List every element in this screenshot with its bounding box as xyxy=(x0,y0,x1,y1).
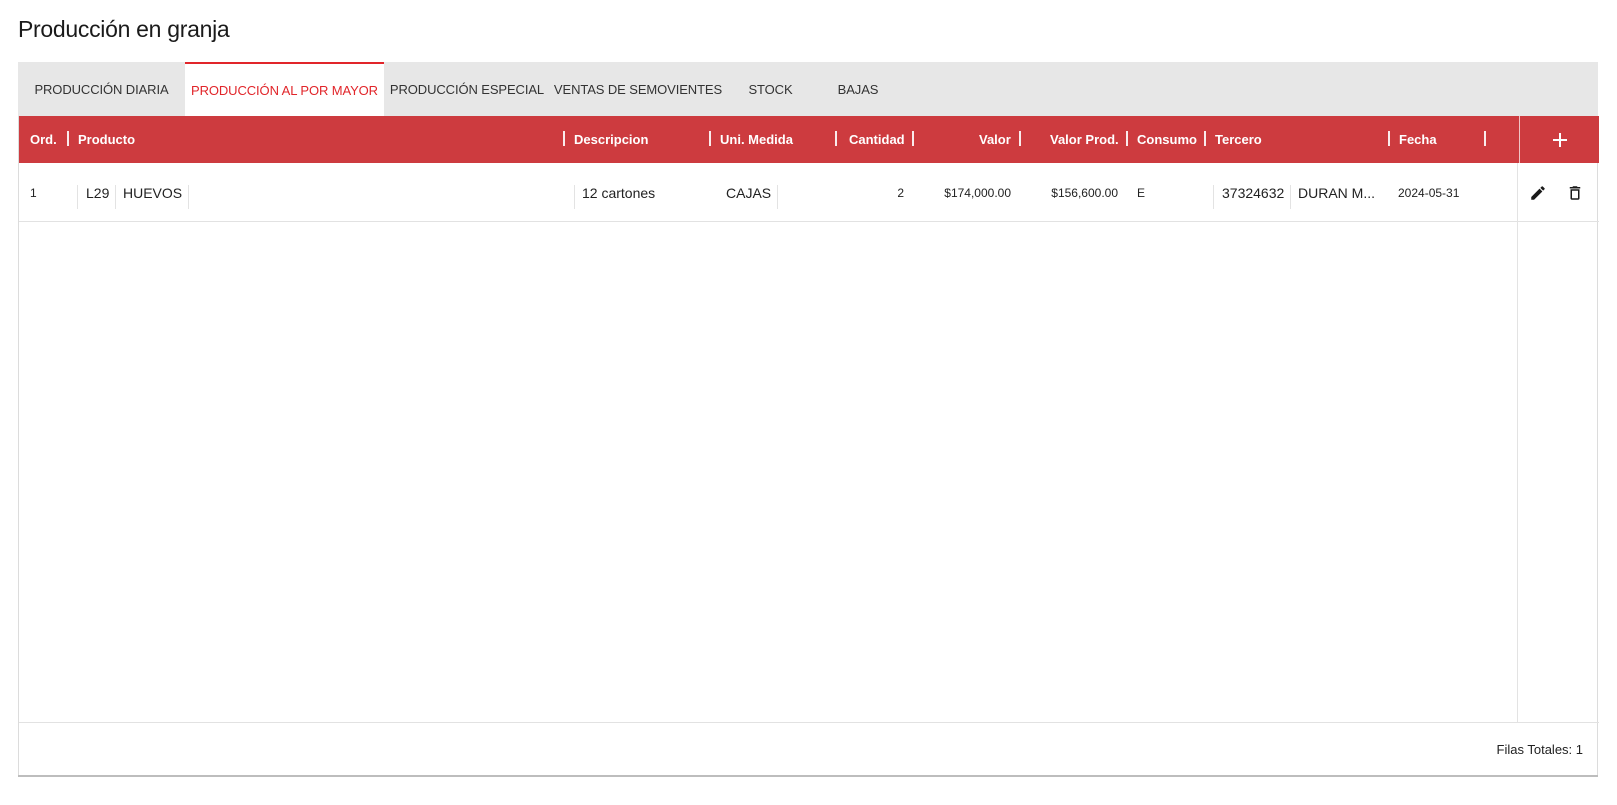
cell-fecha: 2024-05-31 xyxy=(1398,185,1460,200)
delete-button[interactable] xyxy=(1565,183,1585,203)
page-title: Producción en granja xyxy=(18,16,230,42)
pencil-icon xyxy=(1531,186,1545,200)
cell-divider xyxy=(77,185,78,209)
tab-ventas-de-semovientes[interactable]: VENTAS DE SEMOVIENTES xyxy=(550,62,726,116)
column-separator[interactable] xyxy=(1019,131,1021,146)
plus-icon xyxy=(1552,132,1567,147)
cell-cantidad: 2 xyxy=(897,185,904,200)
column-header-producto[interactable]: Producto xyxy=(78,116,135,163)
column-separator[interactable] xyxy=(1126,131,1128,146)
tab-bajas[interactable]: BAJAS xyxy=(815,62,901,116)
tab-bar: PRODUCCIÓN DIARIA PRODUCCIÓN AL POR MAYO… xyxy=(18,62,1598,116)
grid-header: Ord. Producto Descripcion Uni. Medida Ca… xyxy=(19,116,1599,163)
column-header-consumo[interactable]: Consumo xyxy=(1137,116,1197,163)
column-separator[interactable] xyxy=(67,131,69,146)
column-separator[interactable] xyxy=(835,131,837,146)
cell-uni-medida: CAJAS xyxy=(726,184,772,201)
cell-divider xyxy=(1213,185,1214,209)
column-separator[interactable] xyxy=(563,131,565,146)
cell-ord: 1 xyxy=(30,185,37,200)
cell-divider xyxy=(777,185,778,209)
cell-divider xyxy=(188,185,189,209)
column-separator[interactable] xyxy=(709,131,711,146)
tab-stock[interactable]: STOCK xyxy=(726,62,815,116)
row-actions-column xyxy=(1517,163,1597,723)
add-row-button[interactable] xyxy=(1519,116,1599,163)
cell-descripcion: 12 cartones xyxy=(582,184,656,201)
cell-tercero-name: DURAN M... xyxy=(1298,184,1375,201)
cell-tercero-id: 37324632 xyxy=(1222,184,1285,201)
trash-icon xyxy=(1569,186,1581,200)
tab-produccion-especial[interactable]: PRODUCCIÓN ESPECIAL xyxy=(384,62,550,116)
column-header-valor[interactable]: Valor xyxy=(979,116,1011,163)
tab-produccion-al-por-mayor[interactable]: PRODUCCIÓN AL POR MAYOR xyxy=(185,62,384,116)
cell-valor-prod: $156,600.00 xyxy=(1051,185,1118,200)
column-separator[interactable] xyxy=(1484,131,1486,146)
grid-bottom-shadow xyxy=(18,775,1598,777)
cell-consumo: E xyxy=(1137,185,1146,200)
column-header-uni-medida[interactable]: Uni. Medida xyxy=(720,116,793,163)
grid-footer: Filas Totales: 1 xyxy=(19,722,1599,775)
column-separator[interactable] xyxy=(1204,131,1206,146)
column-header-ord[interactable]: Ord. xyxy=(30,116,57,163)
column-header-descripcion[interactable]: Descripcion xyxy=(574,116,648,163)
cell-divider xyxy=(1290,185,1291,209)
cell-valor: $174,000.00 xyxy=(944,185,1011,200)
table-row[interactable]: 1 L29 HUEVOS 12 cartones CAJAS 2 $174,00… xyxy=(19,163,1599,222)
column-header-fecha[interactable]: Fecha xyxy=(1399,116,1437,163)
data-grid: Ord. Producto Descripcion Uni. Medida Ca… xyxy=(18,116,1599,776)
column-header-valor-prod[interactable]: Valor Prod. xyxy=(1050,116,1119,163)
column-separator[interactable] xyxy=(912,131,914,146)
column-separator[interactable] xyxy=(1388,131,1390,146)
cell-producto-name: HUEVOS xyxy=(123,184,183,201)
tab-produccion-diaria[interactable]: PRODUCCIÓN DIARIA xyxy=(18,62,185,116)
cell-producto-code: L29 xyxy=(86,184,110,201)
column-header-cantidad[interactable]: Cantidad xyxy=(849,116,905,163)
edit-button[interactable] xyxy=(1528,183,1548,203)
total-rows-count: Filas Totales: 1 xyxy=(1496,742,1583,757)
cell-divider xyxy=(574,185,575,209)
cell-divider xyxy=(115,185,116,209)
column-header-tercero[interactable]: Tercero xyxy=(1215,116,1262,163)
